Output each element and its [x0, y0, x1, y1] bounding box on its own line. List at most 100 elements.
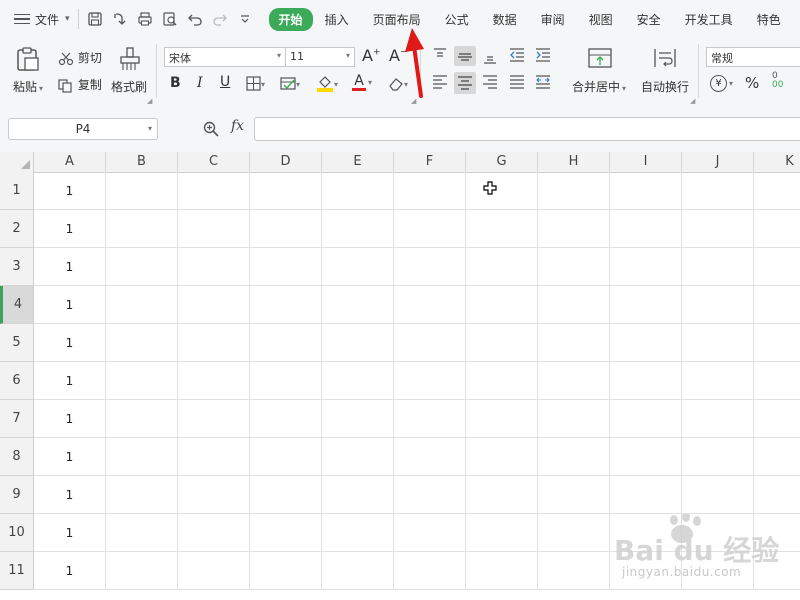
currency-button[interactable]: ¥ ▾ — [710, 75, 733, 92]
number-format-select[interactable]: 常规 — [706, 47, 800, 67]
cell[interactable] — [106, 400, 178, 438]
cell[interactable] — [178, 476, 250, 514]
cell[interactable] — [178, 362, 250, 400]
distributed-icon[interactable] — [534, 73, 554, 93]
tab-features[interactable]: 特色 — [745, 11, 793, 28]
more-icon[interactable] — [237, 11, 253, 27]
cell[interactable] — [106, 286, 178, 324]
cell[interactable] — [178, 248, 250, 286]
cell[interactable]: 1 — [34, 286, 106, 324]
cell[interactable] — [106, 324, 178, 362]
cell[interactable] — [466, 324, 538, 362]
cell[interactable] — [394, 476, 466, 514]
cell[interactable] — [538, 210, 610, 248]
column-header[interactable]: C — [178, 152, 250, 172]
cell[interactable] — [250, 248, 322, 286]
undo-icon[interactable] — [187, 11, 203, 27]
cell[interactable] — [682, 286, 754, 324]
cell[interactable] — [250, 324, 322, 362]
cell[interactable] — [250, 552, 322, 590]
cell[interactable] — [322, 514, 394, 552]
cell[interactable]: 1 — [34, 324, 106, 362]
cell[interactable] — [538, 552, 610, 590]
cell[interactable] — [682, 210, 754, 248]
row-header[interactable]: 2 — [0, 210, 34, 248]
cell[interactable] — [682, 476, 754, 514]
save-icon[interactable] — [87, 11, 103, 27]
cell[interactable] — [106, 362, 178, 400]
cell[interactable] — [178, 514, 250, 552]
column-header[interactable]: G — [466, 152, 538, 172]
cell[interactable] — [682, 172, 754, 210]
cell[interactable] — [610, 172, 682, 210]
cut-button[interactable]: 剪切 — [58, 49, 102, 66]
cell[interactable] — [178, 210, 250, 248]
cell[interactable] — [754, 476, 800, 514]
cell[interactable] — [682, 400, 754, 438]
cell[interactable] — [466, 172, 538, 210]
cell[interactable] — [538, 514, 610, 552]
merge-center-button[interactable]: 合并居中 ▾ — [572, 78, 626, 95]
cell[interactable] — [538, 476, 610, 514]
cell[interactable] — [106, 210, 178, 248]
cell[interactable] — [394, 362, 466, 400]
cell[interactable] — [250, 438, 322, 476]
paste-button[interactable]: 粘贴 ▾ — [13, 78, 43, 95]
zoom-icon[interactable] — [202, 120, 220, 138]
tab-view[interactable]: 视图 — [577, 11, 625, 28]
cell[interactable] — [322, 210, 394, 248]
cell[interactable] — [106, 552, 178, 590]
file-menu[interactable]: 文件 ▾ — [14, 11, 70, 28]
font-launcher-icon[interactable]: ◢ — [411, 97, 416, 105]
cell[interactable]: 1 — [34, 514, 106, 552]
cell[interactable] — [610, 362, 682, 400]
cell[interactable] — [106, 172, 178, 210]
merge-center-icon[interactable] — [587, 46, 613, 70]
cell[interactable] — [538, 248, 610, 286]
column-header[interactable]: F — [394, 152, 466, 172]
cell[interactable] — [538, 324, 610, 362]
column-header[interactable]: I — [610, 152, 682, 172]
cell[interactable] — [250, 210, 322, 248]
cell[interactable] — [466, 476, 538, 514]
tab-insert[interactable]: 插入 — [313, 11, 361, 28]
cell[interactable] — [610, 248, 682, 286]
cell[interactable]: 1 — [34, 552, 106, 590]
name-box[interactable]: P4 ▾ — [8, 118, 158, 140]
font-size-select[interactable]: 11 ▾ — [285, 47, 355, 67]
paste-icon[interactable] — [14, 46, 42, 72]
tab-page-layout[interactable]: 页面布局 — [361, 11, 433, 28]
cell[interactable] — [394, 172, 466, 210]
cell[interactable] — [754, 400, 800, 438]
cell[interactable] — [466, 248, 538, 286]
cell[interactable] — [322, 400, 394, 438]
row-header[interactable]: 11 — [0, 552, 34, 590]
column-header[interactable]: J — [682, 152, 754, 172]
cell[interactable] — [682, 438, 754, 476]
row-header[interactable]: 3 — [0, 248, 34, 286]
wrap-text-label[interactable]: 自动换行 — [641, 78, 689, 95]
cell[interactable] — [106, 514, 178, 552]
column-header[interactable]: B — [106, 152, 178, 172]
cell[interactable] — [394, 286, 466, 324]
cell[interactable] — [322, 172, 394, 210]
cell[interactable] — [466, 552, 538, 590]
align-left-icon[interactable] — [431, 73, 451, 93]
cell[interactable]: 1 — [34, 362, 106, 400]
cell[interactable] — [394, 324, 466, 362]
cell[interactable] — [250, 476, 322, 514]
row-header[interactable]: 5 — [0, 324, 34, 362]
cell[interactable] — [322, 552, 394, 590]
cell[interactable] — [178, 324, 250, 362]
cell[interactable] — [466, 210, 538, 248]
cell[interactable] — [322, 324, 394, 362]
comma-style-icon[interactable]: 0 00 — [772, 72, 783, 90]
cell[interactable] — [466, 514, 538, 552]
cell[interactable] — [538, 286, 610, 324]
justify-icon[interactable] — [508, 73, 528, 93]
row-header[interactable]: 9 — [0, 476, 34, 514]
row-header[interactable]: 4 — [0, 286, 34, 324]
cell[interactable] — [322, 362, 394, 400]
cell[interactable] — [754, 362, 800, 400]
align-bottom-icon[interactable] — [481, 46, 501, 66]
